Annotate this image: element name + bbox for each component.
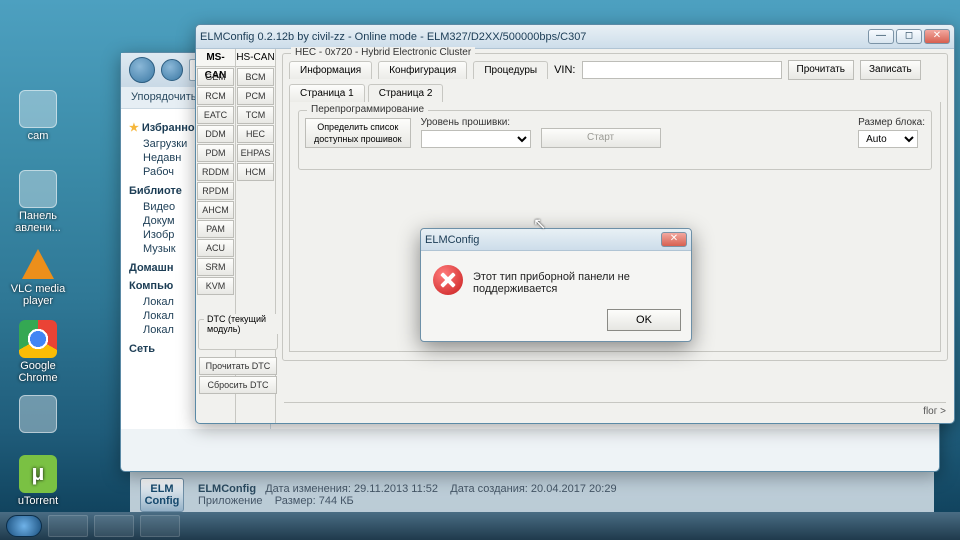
elmconfig-window: ELMConfig 0.2.12b by civil-zz - Online m… (195, 24, 955, 424)
module-button[interactable]: TCM (237, 106, 274, 124)
mscan-header[interactable]: MS-CAN (196, 49, 235, 67)
tab-procedures[interactable]: Процедуры (473, 61, 548, 79)
desktop-icon[interactable]: Панель авлени... (8, 170, 68, 234)
close-button[interactable]: ✕ (924, 29, 950, 44)
start-button[interactable] (6, 515, 42, 537)
tab-info[interactable]: Информация (289, 61, 372, 79)
dialog-message: Этот тип приборной панели не поддерживае… (473, 265, 679, 295)
dialog-title: ELMConfig (425, 234, 659, 246)
read-dtc-button[interactable]: Прочитать DTC (199, 357, 277, 375)
module-button[interactable]: EATC (197, 106, 234, 124)
tab-config[interactable]: Конфигурация (378, 61, 467, 79)
icon-label: uTorrent (8, 495, 68, 507)
module-button[interactable]: PCM (237, 87, 274, 105)
cursor-icon: ↖ (533, 214, 546, 234)
write-button[interactable]: Записать (860, 60, 921, 80)
detect-firmware-button[interactable]: Определить список доступных прошивок (305, 118, 411, 148)
block-size-label: Размер блока: (858, 117, 925, 128)
dialog-close-button[interactable]: ✕ (661, 232, 687, 247)
firmware-level-label: Уровень прошивки: (421, 117, 531, 128)
dtc-group: DTC (текущий модуль) (198, 319, 278, 350)
error-dialog: ELMConfig ✕ Этот тип приборной панели не… (420, 228, 692, 342)
dialog-titlebar[interactable]: ELMConfig ✕ (421, 229, 691, 251)
taskbar (0, 512, 960, 540)
desktop-icon[interactable] (8, 395, 68, 435)
icon-label: Google Chrome (8, 360, 68, 384)
module-button[interactable]: EHPAS (237, 144, 274, 162)
module-button[interactable]: RCM (197, 87, 234, 105)
module-button[interactable]: RDDM (197, 163, 234, 181)
window-title: ELMConfig 0.2.12b by civil-zz - Online m… (200, 31, 866, 43)
icon-label: cam (8, 130, 68, 142)
vin-label: VIN: (554, 64, 575, 76)
read-button[interactable]: Прочитать (788, 60, 855, 80)
module-button[interactable]: AHCM (197, 201, 234, 219)
dtc-title: DTC (текущий модуль) (204, 314, 278, 334)
firmware-level-select[interactable] (421, 130, 531, 148)
module-button[interactable]: GEM (197, 68, 234, 86)
star-icon: ★ (129, 122, 139, 134)
icon-label: VLC media player (8, 283, 68, 307)
module-button[interactable]: PDM (197, 144, 234, 162)
file-name: ELMConfig (198, 483, 256, 495)
organize-button[interactable]: Упорядочить (131, 91, 196, 103)
icon-label: Панель авлени... (8, 210, 68, 234)
module-button[interactable]: SRM (197, 258, 234, 276)
maximize-button[interactable]: ◻ (896, 29, 922, 44)
vin-input[interactable] (582, 61, 782, 79)
module-button[interactable]: HEC (237, 125, 274, 143)
back-button[interactable] (129, 57, 155, 83)
block-size-select[interactable]: Auto (858, 130, 918, 148)
clear-dtc-button[interactable]: Сбросить DTC (199, 376, 277, 394)
module-button[interactable]: KVM (197, 277, 234, 295)
error-icon (433, 265, 463, 295)
taskbar-item[interactable] (48, 515, 88, 537)
taskbar-item[interactable] (140, 515, 180, 537)
hscan-header[interactable]: HS-CAN (236, 49, 275, 67)
tab-page2[interactable]: Страница 2 (368, 84, 444, 102)
module-button[interactable]: PAM (197, 220, 234, 238)
favorites-header: Избранное (142, 122, 201, 134)
module-button[interactable]: ACU (197, 239, 234, 257)
explorer-statusbar: ELMConfig ELMConfig Дата изменения: 29.1… (130, 470, 934, 518)
reprogram-group-title: Перепрограммирование (307, 104, 428, 115)
desktop-icon-chrome[interactable]: Google Chrome (8, 320, 68, 384)
desktop-icon-utorrent[interactable]: µuTorrent (8, 455, 68, 507)
elmconfig-badge-icon: ELMConfig (140, 478, 184, 512)
module-button[interactable]: BCM (237, 68, 274, 86)
forward-button[interactable] (161, 59, 183, 81)
module-button[interactable]: DDM (197, 125, 234, 143)
taskbar-item[interactable] (94, 515, 134, 537)
module-button[interactable]: RPDM (197, 182, 234, 200)
ok-button[interactable]: OK (607, 309, 681, 331)
tab-page1[interactable]: Страница 1 (289, 84, 365, 102)
desktop-icon-vlc[interactable]: VLC media player (8, 245, 68, 307)
start-button: Старт (541, 128, 661, 148)
minimize-button[interactable]: — (868, 29, 894, 44)
desktop-icon[interactable]: cam (8, 90, 68, 142)
elmconfig-titlebar[interactable]: ELMConfig 0.2.12b by civil-zz - Online m… (196, 25, 954, 49)
elm-footer: floг > (284, 402, 946, 417)
module-button[interactable]: HCM (237, 163, 274, 181)
module-group-title: HEC - 0x720 - Hybrid Electronic Cluster (291, 47, 475, 58)
